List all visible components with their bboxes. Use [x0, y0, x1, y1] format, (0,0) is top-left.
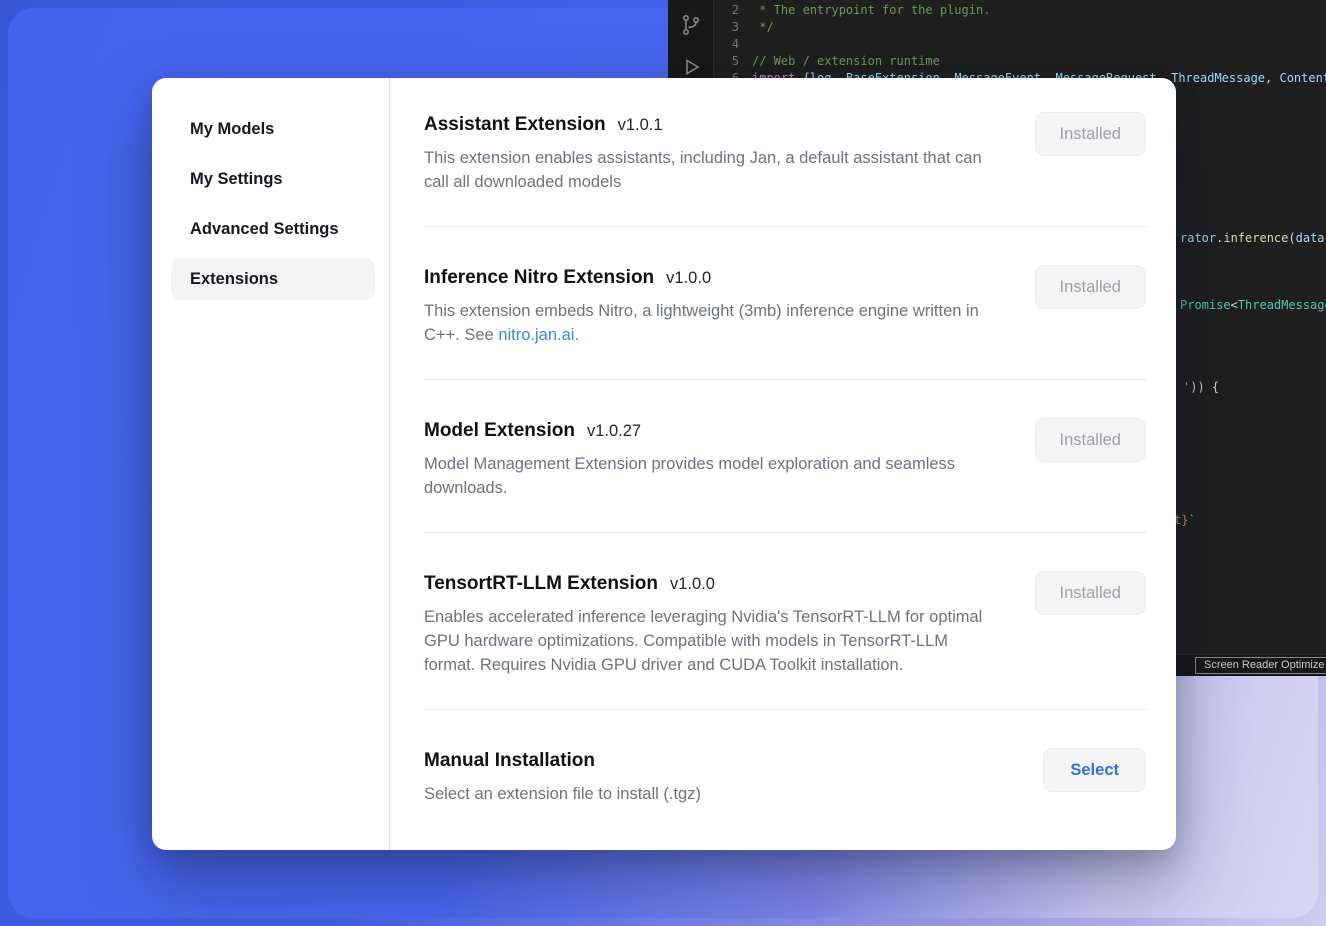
extension-name: Model Extension	[424, 418, 575, 444]
extension-description: Select an extension file to install (.tg…	[424, 782, 999, 806]
code-fragment: t}`	[1174, 512, 1196, 528]
extension-title: Model Extension v1.0.27	[424, 418, 999, 444]
nitro-jan-ai-link[interactable]: nitro.jan.ai.	[498, 326, 579, 344]
installed-button[interactable]: Installed	[1035, 112, 1146, 156]
code-fragment: rator.inference(data));	[1180, 230, 1326, 246]
sidebar-item-my-models[interactable]: My Models	[171, 108, 375, 150]
extension-row: Inference Nitro Extension v1.0.0 This ex…	[424, 226, 1146, 379]
line-number: 4	[715, 36, 739, 53]
extension-name: Inference Nitro Extension	[424, 265, 654, 291]
extension-info: Model Extension v1.0.27 Model Management…	[424, 418, 999, 500]
extension-title: Manual Installation	[424, 748, 999, 774]
code-line: 5 // Web / extension runtime	[715, 53, 1326, 70]
extension-name: TensortRT-LLM Extension	[424, 571, 658, 597]
extension-version: v1.0.1	[618, 112, 663, 138]
extension-title: Inference Nitro Extension v1.0.0	[424, 265, 999, 291]
code-line: 4	[715, 36, 1326, 53]
run-debug-icon[interactable]	[679, 55, 703, 79]
code-fragment: Promise<ThreadMessage>	[1180, 297, 1326, 313]
extension-info: Assistant Extension v1.0.1 This extensio…	[424, 112, 999, 194]
settings-panel: My Models My Settings Advanced Settings …	[152, 78, 1176, 850]
code-line: 3 */	[715, 19, 1326, 36]
installed-button[interactable]: Installed	[1035, 265, 1146, 309]
extension-version: v1.0.0	[670, 571, 715, 597]
extension-info: Inference Nitro Extension v1.0.0 This ex…	[424, 265, 999, 347]
source-control-icon[interactable]	[679, 13, 703, 37]
line-number: 2	[715, 2, 739, 19]
select-button[interactable]: Select	[1043, 748, 1146, 792]
screen-reader-status[interactable]: Screen Reader Optimize	[1195, 657, 1326, 674]
extension-title: TensortRT-LLM Extension v1.0.0	[424, 571, 999, 597]
extension-title: Assistant Extension v1.0.1	[424, 112, 999, 138]
extension-version: v1.0.0	[666, 265, 711, 291]
code-text: */	[752, 20, 774, 34]
sidebar-item-advanced-settings[interactable]: Advanced Settings	[171, 208, 375, 250]
extension-description: This extension embeds Nitro, a lightweig…	[424, 299, 999, 347]
code-text: // Web / extension runtime	[752, 54, 940, 68]
sidebar-item-extensions[interactable]: Extensions	[171, 258, 375, 300]
extensions-list: Assistant Extension v1.0.1 This extensio…	[390, 78, 1176, 850]
extension-info: TensortRT-LLM Extension v1.0.0 Enables a…	[424, 571, 999, 677]
extension-description: This extension enables assistants, inclu…	[424, 146, 999, 194]
code-fragment: ')) {	[1183, 379, 1219, 395]
installed-button[interactable]: Installed	[1035, 571, 1146, 615]
extension-description: Model Management Extension provides mode…	[424, 452, 999, 500]
line-number: 5	[715, 53, 739, 70]
manual-installation-row: Manual Installation Select an extension …	[424, 709, 1146, 838]
extension-version: v1.0.27	[587, 418, 641, 444]
sidebar-item-my-settings[interactable]: My Settings	[171, 158, 375, 200]
extension-description: Enables accelerated inference leveraging…	[424, 605, 999, 677]
extension-row: Model Extension v1.0.27 Model Management…	[424, 379, 1146, 532]
installed-button[interactable]: Installed	[1035, 418, 1146, 462]
settings-sidebar: My Models My Settings Advanced Settings …	[152, 78, 390, 850]
extension-info: Manual Installation Select an extension …	[424, 748, 999, 806]
code-line: 2 * The entrypoint for the plugin.	[715, 2, 1326, 19]
extension-name: Assistant Extension	[424, 112, 606, 138]
extension-row: TensortRT-LLM Extension v1.0.0 Enables a…	[424, 532, 1146, 709]
extension-row: Assistant Extension v1.0.1 This extensio…	[424, 104, 1146, 226]
code-area: 2 * The entrypoint for the plugin. 3 */ …	[715, 2, 1326, 87]
code-text: * The entrypoint for the plugin.	[752, 3, 990, 17]
extension-name: Manual Installation	[424, 748, 595, 774]
line-number: 3	[715, 19, 739, 36]
